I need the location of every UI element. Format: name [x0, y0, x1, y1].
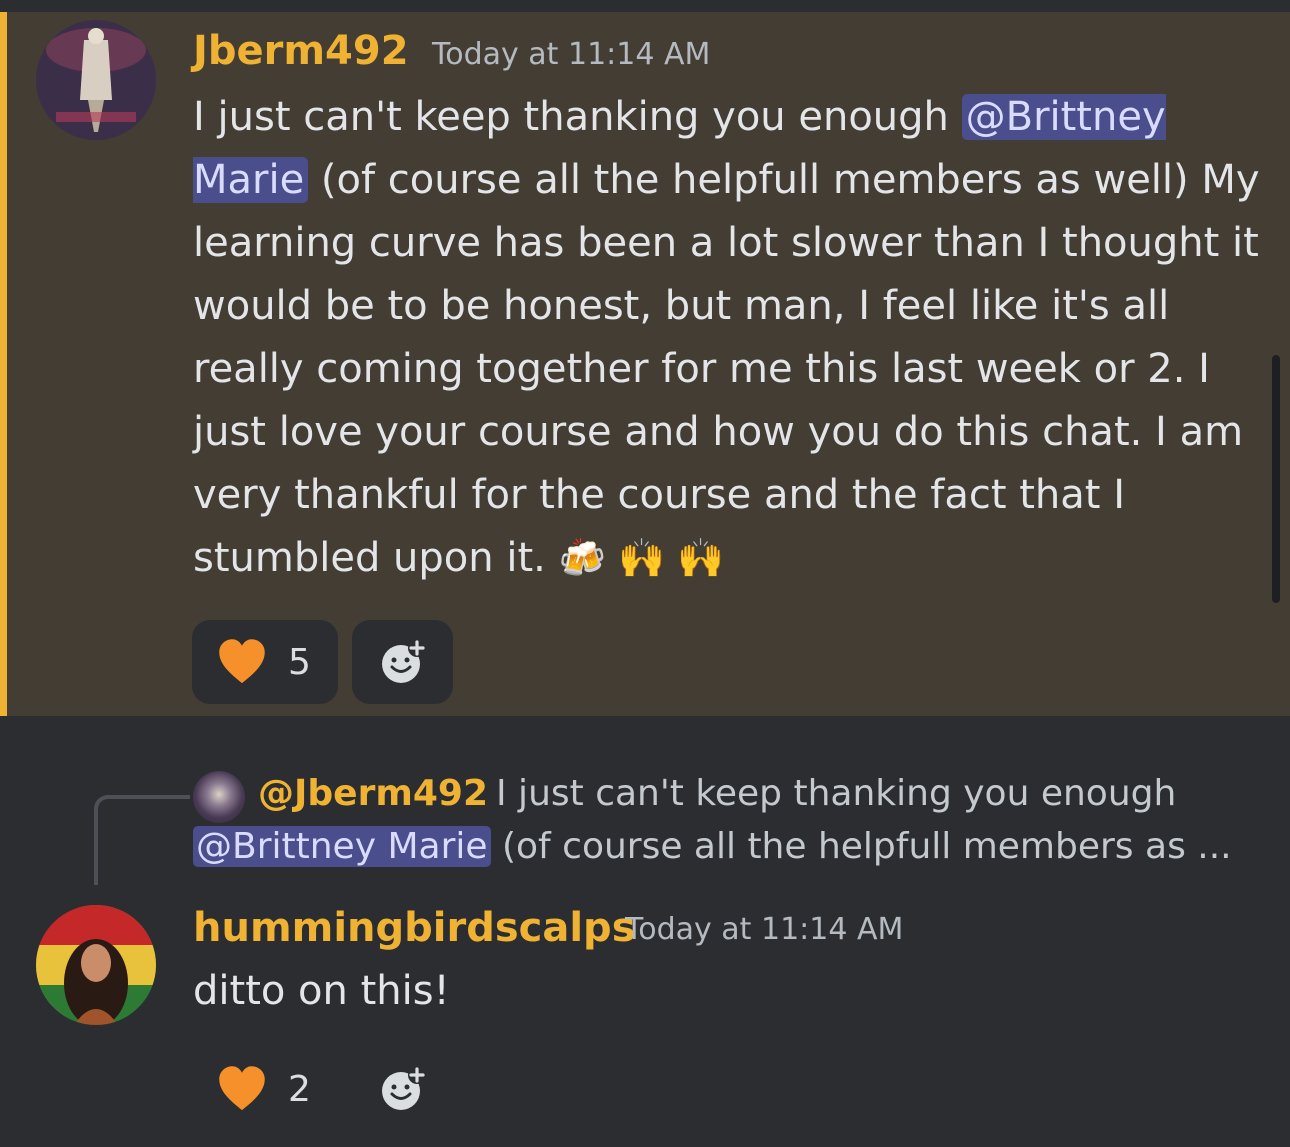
- message-timestamp: Today at 11:14 AM: [432, 37, 711, 72]
- add-reaction-icon: [381, 1066, 426, 1110]
- scrollbar[interactable]: [1272, 355, 1280, 603]
- message-emojis: 🍻 🙌 🙌: [558, 536, 725, 580]
- reaction-count: 5: [288, 641, 311, 683]
- reply-mention[interactable]: @Brittney Marie: [193, 826, 491, 867]
- add-reaction-icon: [381, 639, 426, 683]
- reaction-count: 2: [288, 1068, 311, 1110]
- mention-highlight-bar: [0, 12, 7, 716]
- message-timestamp: Today at 11:14 AM: [625, 912, 904, 947]
- reply-preview-text[interactable]: I just can't keep thanking you enough: [496, 773, 1176, 814]
- reaction-heart[interactable]: 5: [192, 620, 338, 704]
- message-content: I just can't keep thanking you enough @B…: [193, 86, 1263, 590]
- message-author[interactable]: hummingbirdscalps: [193, 905, 636, 951]
- message-text-continued: (of course all the helpfull members as w…: [193, 157, 1260, 581]
- orange-heart-icon: [219, 1066, 265, 1111]
- reply-preview-continued[interactable]: @Brittney Marie (of course all the helpf…: [193, 826, 1233, 867]
- top-bar: [0, 0, 1290, 12]
- add-reaction-button[interactable]: [352, 620, 453, 704]
- reply-avatar[interactable]: [193, 771, 245, 823]
- orange-heart-icon: [219, 639, 265, 684]
- avatar-image: [36, 20, 156, 140]
- reply-author[interactable]: @Jberm492: [258, 773, 488, 814]
- message-text: I just can't keep thanking you enough: [193, 94, 962, 140]
- avatar[interactable]: [36, 905, 156, 1025]
- reply-spine: [94, 795, 190, 885]
- add-reaction-button[interactable]: [352, 1047, 453, 1131]
- message-author[interactable]: Jberm492: [193, 28, 409, 74]
- reply-preview-rest: (of course all the helpfull members as .…: [490, 826, 1232, 867]
- message-content: ditto on this!: [193, 968, 450, 1014]
- avatar[interactable]: [36, 20, 156, 140]
- reaction-heart[interactable]: 2: [192, 1047, 338, 1131]
- avatar-image: [36, 905, 156, 1025]
